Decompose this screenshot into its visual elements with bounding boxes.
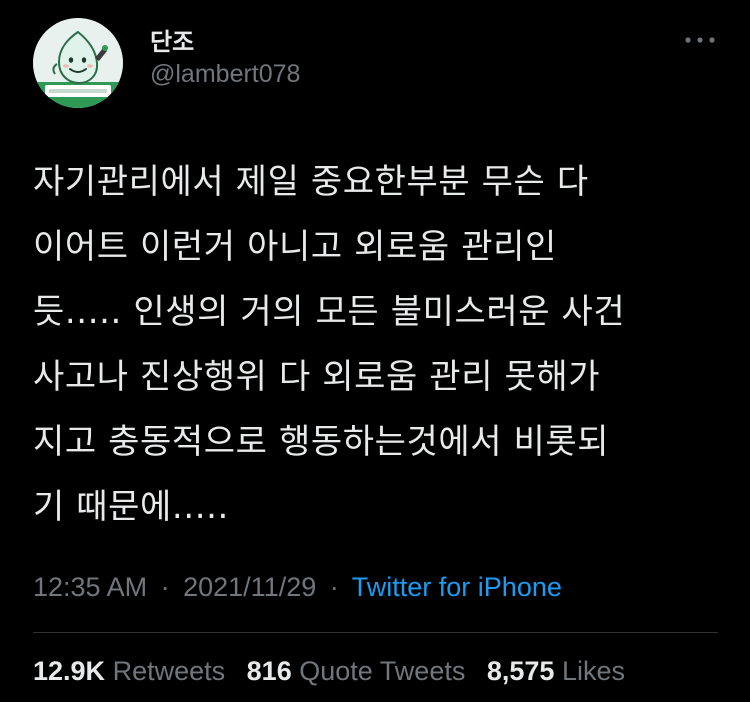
tweet-time[interactable]: 12:35 AM xyxy=(33,572,147,602)
retweets-count: 12.9K xyxy=(33,656,106,686)
tweet-line: 이어트 이런거 아니고 외로움 관리인 xyxy=(33,227,557,267)
likes-label: Likes xyxy=(561,656,625,686)
engagement-stats: 12.9K Retweets 816 Quote Tweets 8,575 Li… xyxy=(33,656,625,687)
stats-divider xyxy=(33,632,718,633)
more-options-button[interactable] xyxy=(680,28,720,52)
author-avatar[interactable] xyxy=(33,18,123,108)
tweet-date[interactable]: 2021/11/29 xyxy=(183,572,316,602)
likes-count: 8,575 xyxy=(486,656,555,686)
tweet-line: 사고나 진상행위 다 외로움 관리 못해가 xyxy=(33,357,601,397)
meta-separator: · xyxy=(329,572,339,602)
retweets-stat[interactable]: 12.9K Retweets xyxy=(33,656,225,686)
quote-tweets-count: 816 xyxy=(246,656,292,686)
mascot-avatar-icon xyxy=(33,18,123,108)
meta-separator: · xyxy=(160,572,170,602)
tweet-line: 듯..... 인생의 거의 모든 불미스러운 사건 xyxy=(33,292,626,332)
more-horizontal-icon xyxy=(685,37,715,43)
retweets-label: Retweets xyxy=(112,656,226,686)
tweet-body: 자기관리에서 제일 중요한부분 무슨 다 이어트 이런거 아니고 외로움 관리인… xyxy=(33,150,723,540)
likes-stat[interactable]: 8,575 Likes xyxy=(487,656,625,686)
author-handle[interactable]: @lambert078 xyxy=(150,60,300,89)
tweet-line: 기 때문에..... xyxy=(33,487,229,527)
tweet-line: 지고 충동적으로 행동하는것에서 비롯되 xyxy=(33,422,610,462)
tweet-metadata: 12:35 AM · 2021/11/29 · Twitter for iPho… xyxy=(33,572,562,603)
quote-tweets-label: Quote Tweets xyxy=(299,656,466,686)
tweet-source-link[interactable]: Twitter for iPhone xyxy=(352,572,562,602)
author-display-name[interactable]: 단조 xyxy=(150,22,194,57)
tweet-line: 자기관리에서 제일 중요한부분 무슨 다 xyxy=(33,162,589,202)
quote-tweets-stat[interactable]: 816 Quote Tweets xyxy=(247,656,466,686)
